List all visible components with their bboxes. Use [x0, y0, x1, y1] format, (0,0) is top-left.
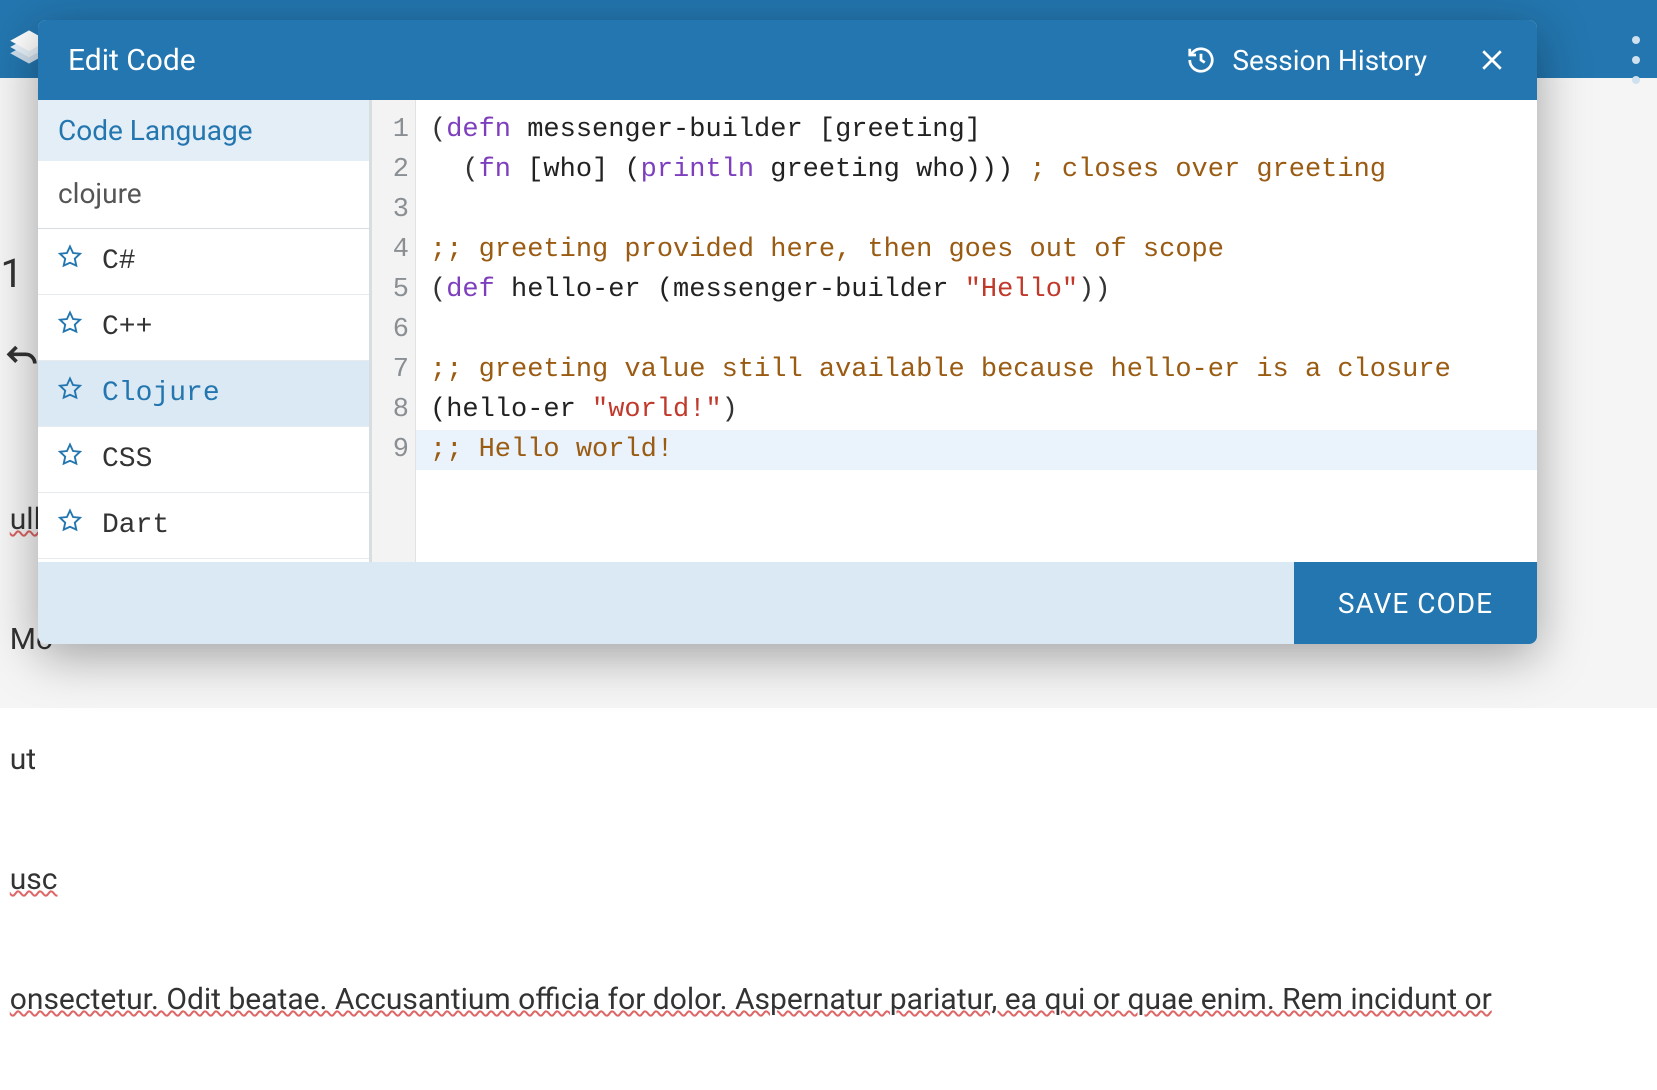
language-sidebar: Code Language C#C++ClojureCSSDartDiff [38, 100, 372, 562]
language-item-label: CSS [102, 444, 152, 475]
line-number: 5 [372, 270, 409, 310]
modal-footer: SAVE CODE [38, 562, 1537, 644]
line-number: 2 [372, 150, 409, 190]
edit-code-modal: Edit Code Session History Code Language … [38, 20, 1537, 644]
line-number: 3 [372, 190, 409, 230]
kebab-menu-icon[interactable] [1621, 30, 1651, 90]
language-list[interactable]: C#C++ClojureCSSDartDiff [38, 229, 369, 562]
save-code-button[interactable]: SAVE CODE [1294, 562, 1537, 644]
line-number: 7 [372, 350, 409, 390]
bg-page-number: .1 [0, 250, 23, 297]
language-item-label: C# [102, 246, 136, 277]
star-outline-icon[interactable] [56, 243, 84, 280]
line-number: 8 [372, 390, 409, 430]
modal-header: Edit Code Session History [38, 20, 1537, 100]
language-item-css[interactable]: CSS [38, 427, 369, 493]
language-item-label: C++ [102, 312, 152, 343]
star-outline-icon[interactable] [56, 441, 84, 478]
language-item-c-[interactable]: C# [38, 229, 369, 295]
language-item-c-[interactable]: C++ [38, 295, 369, 361]
code-line[interactable]: (hello-er "world!") [430, 390, 1523, 430]
code-line[interactable]: (defn messenger-builder [greeting] [430, 110, 1523, 150]
line-number-gutter: 123456789 [372, 100, 416, 562]
language-search-input[interactable] [38, 161, 369, 229]
session-history-button[interactable]: Session History [1186, 44, 1427, 77]
code-line[interactable]: (fn [who] (println greeting who))) ; clo… [430, 150, 1523, 190]
session-history-label: Session History [1232, 44, 1427, 77]
star-outline-icon[interactable] [56, 375, 84, 412]
star-outline-icon[interactable] [56, 309, 84, 346]
code-line[interactable] [430, 190, 1523, 230]
modal-body: Code Language C#C++ClojureCSSDartDiff 12… [38, 100, 1537, 562]
language-item-label: Clojure [102, 378, 220, 409]
code-line[interactable] [430, 310, 1523, 350]
sidebar-header: Code Language [38, 100, 369, 161]
line-number: 9 [372, 430, 409, 470]
code-line[interactable]: ;; greeting provided here, then goes out… [430, 230, 1523, 270]
line-number: 1 [372, 110, 409, 150]
close-icon [1477, 45, 1507, 75]
code-line[interactable]: (def hello-er (messenger-builder "Hello"… [430, 270, 1523, 310]
language-item-label: Dart [102, 510, 169, 541]
close-button[interactable] [1477, 45, 1507, 75]
code-area[interactable]: (defn messenger-builder [greeting] (fn [… [416, 100, 1537, 562]
language-item-clojure[interactable]: Clojure [38, 361, 369, 427]
line-number: 6 [372, 310, 409, 350]
modal-title: Edit Code [68, 43, 1186, 78]
code-line[interactable]: ;; greeting value still available becaus… [430, 350, 1523, 390]
code-line[interactable]: ;; Hello world! [416, 430, 1537, 470]
star-outline-icon[interactable] [56, 507, 84, 544]
language-item-dart[interactable]: Dart [38, 493, 369, 559]
line-number: 4 [372, 230, 409, 270]
code-editor[interactable]: 123456789 (defn messenger-builder [greet… [372, 100, 1537, 562]
history-icon [1186, 45, 1216, 75]
